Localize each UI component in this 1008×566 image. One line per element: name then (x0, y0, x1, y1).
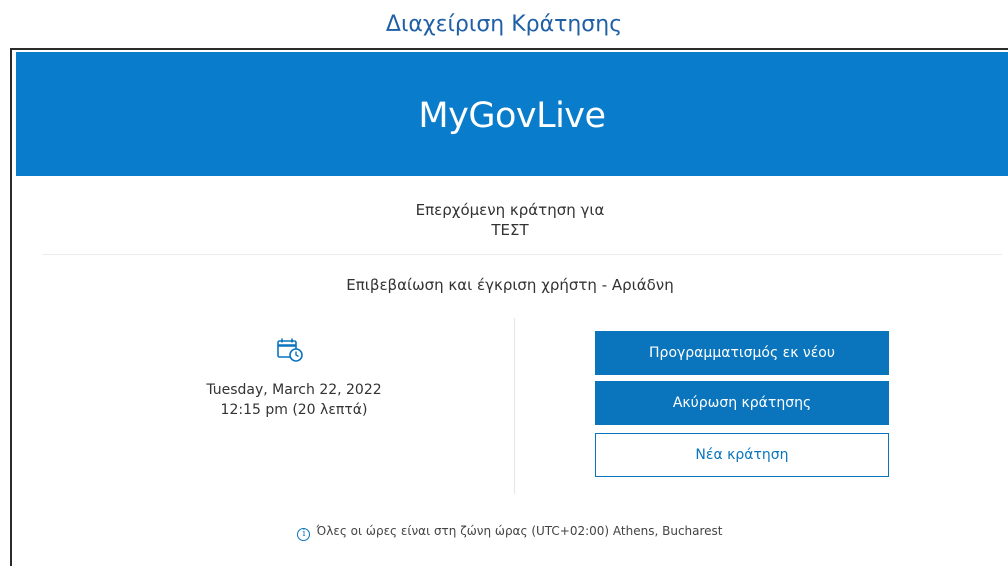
booking-window: MyGovLive Επερχόμενη κράτηση για ΤΕΣΤ Επ… (10, 48, 1008, 566)
column-divider (514, 318, 515, 494)
timezone-note: i Όλες οι ώρες είναι στη ζώνη ώρας (UTC+0… (12, 524, 1008, 541)
booking-date: Tuesday, March 22, 2022 (206, 382, 382, 398)
header-banner: MyGovLive (16, 52, 1008, 176)
cancel-booking-button[interactable]: Ακύρωση κράτησης (595, 381, 889, 425)
booking-time: 12:15 pm (20 λεπτά) (220, 402, 368, 418)
page-caption: Διαχείριση Κράτησης (385, 12, 623, 37)
calendar-clock-icon (277, 338, 303, 362)
reschedule-button[interactable]: Προγραμματισμός εκ νέου (595, 331, 889, 375)
info-icon: i (297, 528, 311, 541)
booking-heading-line2: ΤΕΣΤ (491, 221, 529, 239)
booking-heading-line1: Επερχόμενη κράτηση για (415, 201, 605, 219)
timezone-note-text: Όλες οι ώρες είναι στη ζώνη ώρας (UTC+02… (316, 524, 723, 538)
section-divider (42, 254, 1002, 255)
new-booking-button[interactable]: Νέα κράτηση (595, 433, 889, 477)
brand-title: MyGovLive (418, 96, 606, 136)
booking-heading: Επερχόμενη κράτηση για ΤΕΣΤ (12, 200, 1008, 240)
service-title: Επιβεβαίωση και έγκριση χρήστη - Αριάδνη (346, 276, 674, 294)
